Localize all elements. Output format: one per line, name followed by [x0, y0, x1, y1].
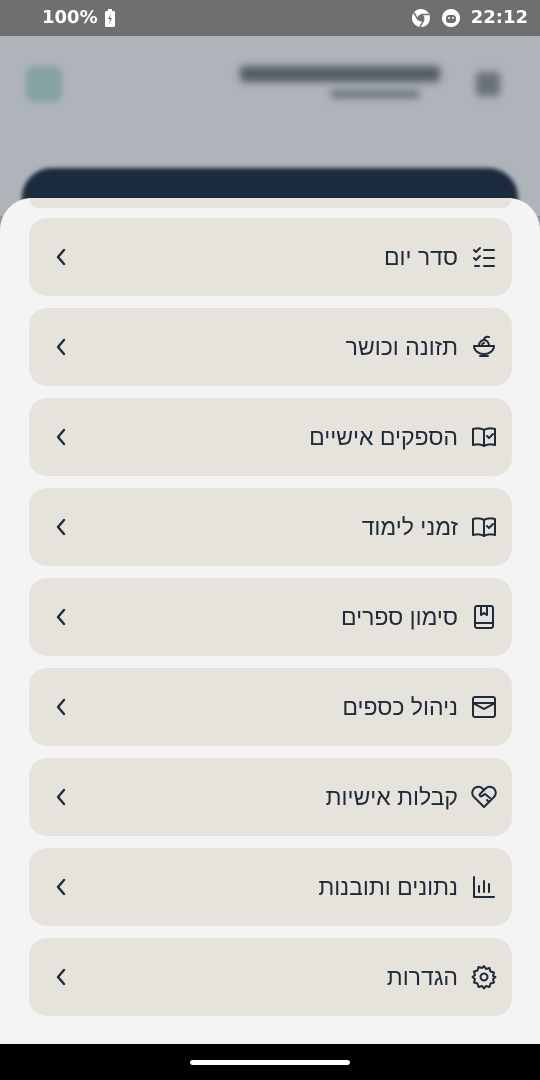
menu-item-label: סדר יום — [383, 243, 458, 270]
app-notification-icon — [441, 8, 461, 28]
scrolled-item-edge — [29, 198, 512, 208]
heart-handshake-icon — [470, 783, 498, 811]
menu-item-personal-resolutions[interactable]: קבלות אישיות — [29, 758, 512, 836]
salad-bowl-icon — [470, 333, 498, 361]
chrome-icon — [411, 8, 431, 28]
chevron-left-icon — [47, 423, 75, 451]
background-app — [0, 36, 540, 216]
status-right: 22:12 — [411, 7, 528, 28]
menu-item-label: זמני לימוד — [361, 513, 458, 540]
menu-item-book-marking[interactable]: סימון ספרים — [29, 578, 512, 656]
menu-item-data-insights[interactable]: נתונים ותובנות — [29, 848, 512, 926]
chevron-left-icon — [47, 333, 75, 361]
chevron-left-icon — [47, 243, 75, 271]
menu-item-label: נתונים ותובנות — [318, 873, 458, 900]
gear-icon — [470, 963, 498, 991]
bookmark-book-icon — [470, 603, 498, 631]
menu-item-daily-schedule[interactable]: סדר יום — [29, 218, 512, 296]
bar-chart-icon — [470, 873, 498, 901]
bottom-sheet: סדר יום תזונה וכושר הספקים אישיים זמני ל… — [0, 198, 540, 1044]
wallet-icon — [470, 693, 498, 721]
menu-item-nutrition-fitness[interactable]: תזונה וכושר — [29, 308, 512, 386]
menu-item-label: קבלות אישיות — [325, 783, 458, 810]
menu-item-label: ניהול כספים — [342, 693, 458, 720]
chevron-left-icon — [47, 603, 75, 631]
menu-item-label: תזונה וכושר — [345, 333, 458, 360]
book-check-icon — [470, 423, 498, 451]
menu-item-label: סימון ספרים — [340, 603, 458, 630]
clock: 22:12 — [470, 7, 528, 28]
checklist-icon — [470, 243, 498, 271]
menu-item-settings[interactable]: הגדרות — [29, 938, 512, 1016]
app-logo-icon — [26, 66, 62, 102]
menu-item-money-management[interactable]: ניהול כספים — [29, 668, 512, 746]
chevron-left-icon — [47, 873, 75, 901]
chevron-left-icon — [47, 693, 75, 721]
app-subtitle-placeholder — [330, 90, 420, 98]
chevron-left-icon — [47, 513, 75, 541]
battery-charging-icon — [104, 8, 116, 28]
book-check-icon — [470, 513, 498, 541]
chevron-left-icon — [47, 963, 75, 991]
menu-item-label: הספקים אישיים — [309, 423, 458, 450]
status-bar: 100% 22:12 — [0, 0, 540, 36]
status-left: 100% — [42, 7, 116, 28]
home-gesture-handle[interactable] — [190, 1060, 350, 1065]
menu-icon — [476, 72, 500, 96]
chevron-left-icon — [47, 783, 75, 811]
app-title-placeholder — [240, 66, 440, 82]
battery-percent: 100% — [42, 7, 98, 28]
navigation-bar — [0, 1044, 540, 1080]
menu-item-label: הגדרות — [386, 963, 458, 990]
menu-item-personal-achievements[interactable]: הספקים אישיים — [29, 398, 512, 476]
menu-item-study-times[interactable]: זמני לימוד — [29, 488, 512, 566]
